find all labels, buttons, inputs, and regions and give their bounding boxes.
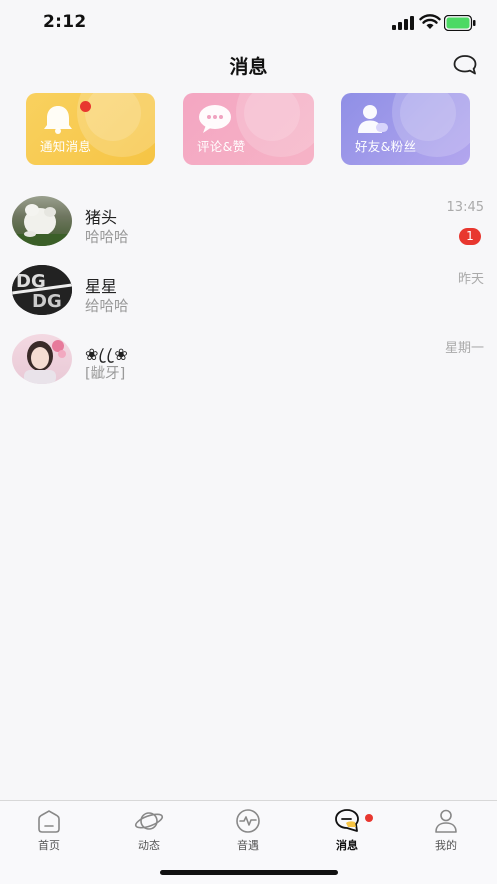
tab-label: 我的 [435, 839, 457, 852]
tab-label: 动态 [138, 839, 160, 852]
bell-icon [44, 106, 72, 134]
conversation-time: 星期一 [444, 341, 484, 356]
conversation-preview: [龇牙] [85, 366, 126, 382]
planet-icon [134, 812, 164, 830]
status-time: 2:12 [43, 12, 87, 32]
unread-badge: 1 [459, 228, 481, 245]
tab-profile[interactable]: 我的 [416, 807, 476, 855]
friends-card-label: 好友&粉丝 [355, 139, 417, 154]
chat-bubble-icon[interactable] [451, 53, 479, 77]
tab-label: 消息 [336, 839, 358, 852]
profile-icon [435, 809, 457, 833]
battery-icon [444, 15, 476, 31]
conversation-item[interactable]: DG DG 星星 给哈哈 昨天 [0, 265, 497, 333]
comment-card[interactable]: 评论&赞 [183, 93, 314, 165]
avatar [12, 334, 72, 384]
conversation-time: 昨天 [457, 272, 484, 287]
tab-label: 首页 [38, 839, 60, 852]
conversation-item[interactable]: 猪头 哈哈哈 13:45 1 [0, 196, 497, 264]
conversation-preview: 给哈哈 [85, 299, 129, 315]
avatar [12, 196, 72, 246]
home-icon [38, 810, 60, 833]
signal-icon [392, 16, 414, 30]
friends-card[interactable]: 好友&粉丝 [341, 93, 470, 165]
comment-bubble-icon [199, 105, 231, 133]
avatar: DG DG [12, 265, 72, 315]
notice-card-label: 通知消息 [40, 139, 92, 154]
page-title: 消息 [229, 56, 268, 78]
tab-home[interactable]: 首页 [19, 807, 79, 855]
tab-feed[interactable]: 动态 [119, 807, 179, 855]
conversation-time: 13:45 [446, 200, 484, 215]
conversation-name: 猪头 [85, 208, 118, 227]
tab-voice-match[interactable]: 音遇 [218, 807, 278, 855]
messages-tab-dot [365, 814, 373, 822]
comment-card-label: 评论&赞 [197, 139, 246, 154]
wifi-icon [419, 14, 441, 29]
pulse-icon [236, 809, 260, 833]
message-icon [335, 809, 359, 832]
conversation-preview: 哈哈哈 [85, 230, 129, 246]
conversation-item[interactable]: ❀ ꦿ ꦿ❀ [龇牙] 星期一 [0, 334, 497, 402]
notice-unread-dot [80, 101, 91, 112]
svg-text:DG: DG [32, 291, 62, 312]
person-icon [358, 105, 388, 133]
tab-label: 音遇 [237, 839, 259, 852]
conversation-name: 星星 [85, 277, 118, 296]
home-indicator [160, 870, 338, 875]
